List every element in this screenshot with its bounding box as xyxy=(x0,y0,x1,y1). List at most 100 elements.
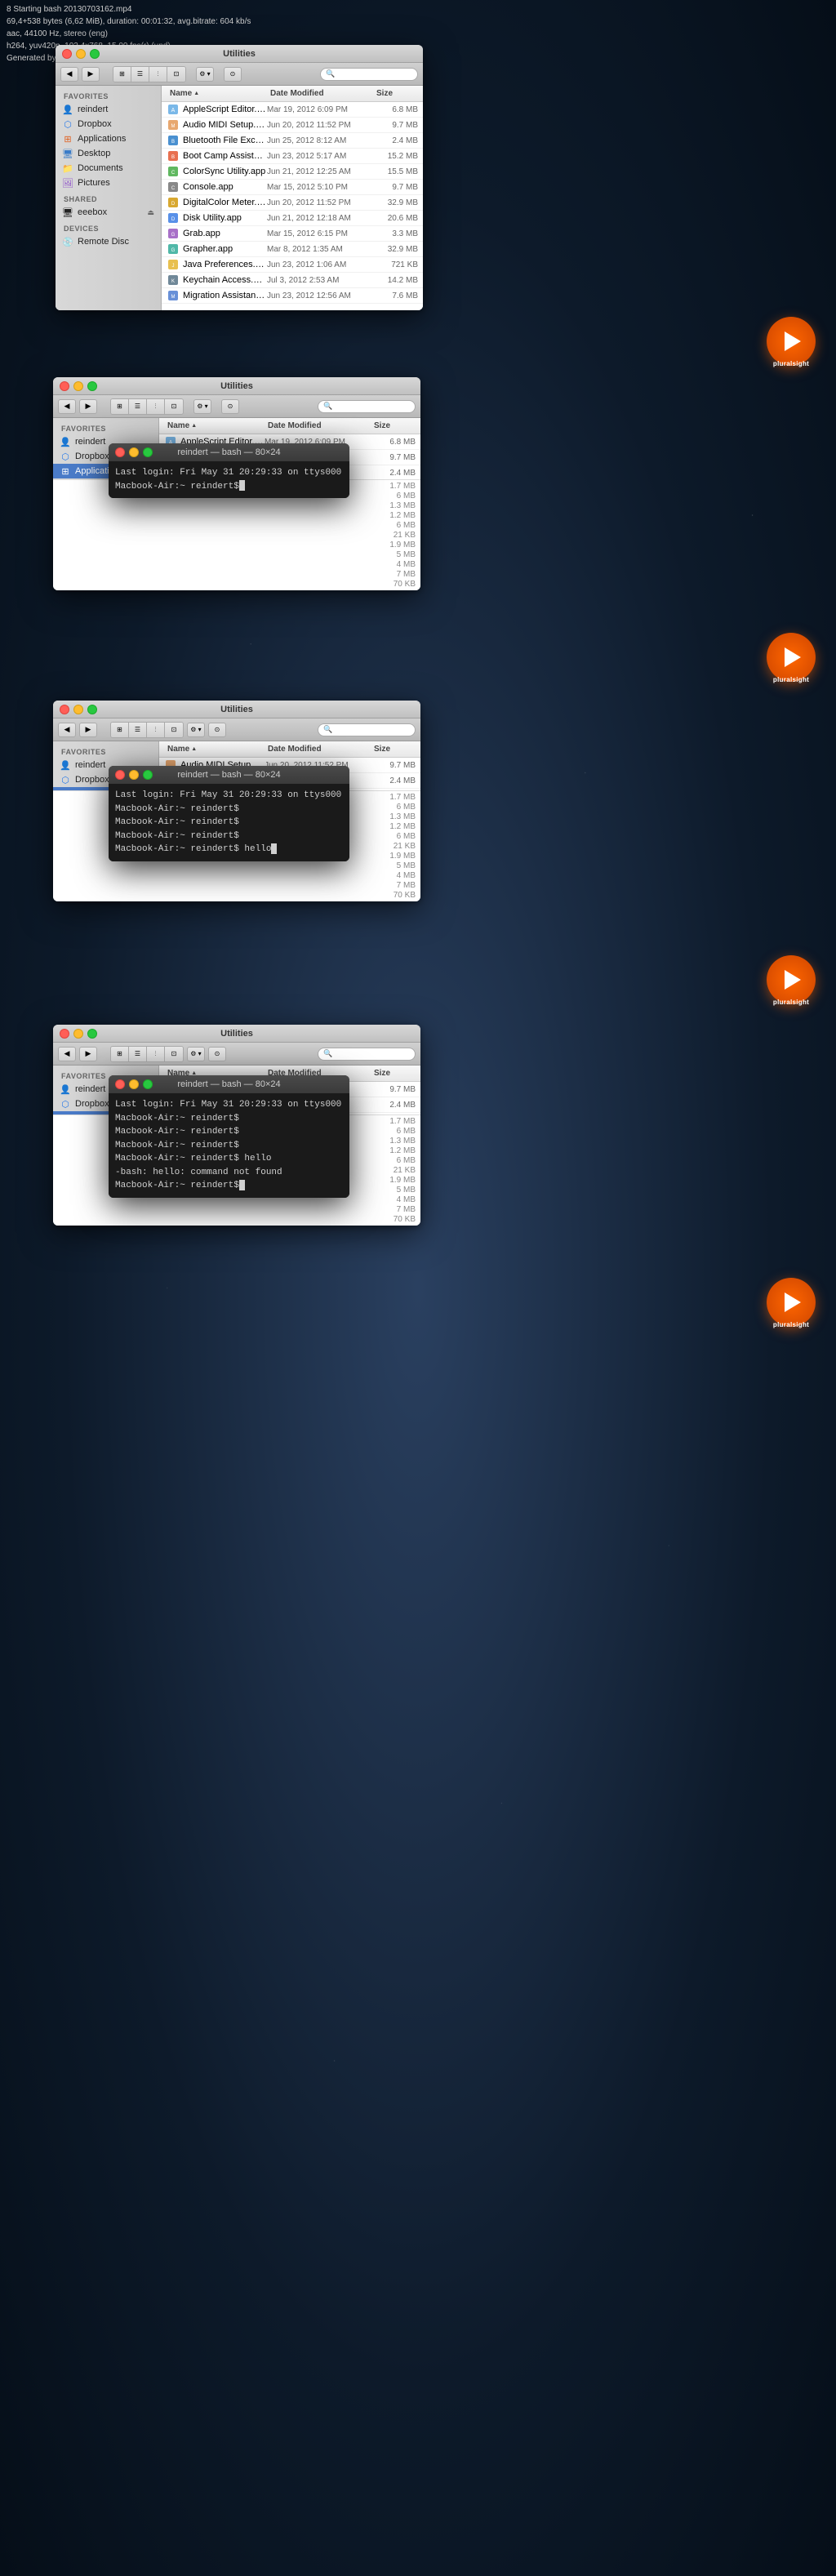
list-view-btn-2[interactable]: ☰ xyxy=(129,399,147,414)
forward-button-2[interactable]: ▶ xyxy=(79,399,97,414)
minimize-button-1[interactable] xyxy=(76,49,86,59)
action-btn-2[interactable]: ⚙ ▾ xyxy=(193,399,211,414)
sidebar-item-dropbox[interactable]: ⬡ Dropbox xyxy=(56,117,161,131)
sidebar-item-eeebox[interactable]: 🖥 eeebox ⏏ xyxy=(56,205,161,220)
play-button-3[interactable]: pluralsight xyxy=(767,955,816,1004)
t3-max[interactable] xyxy=(143,1079,153,1089)
file-row[interactable]: G Grab.app Mar 15, 2012 6:15 PM 3.3 MB xyxy=(162,226,423,242)
col-v-3[interactable]: ⫶ xyxy=(147,723,165,737)
act-3[interactable]: ⚙ ▾ xyxy=(187,723,205,737)
icon-v-3[interactable]: ⊞ xyxy=(111,723,129,737)
cs-4[interactable]: Size xyxy=(371,1067,416,1079)
col-size[interactable]: Size xyxy=(373,87,418,100)
view-buttons: ⊞ ☰ ⫶ ⊡ xyxy=(113,66,186,82)
t1-max[interactable] xyxy=(143,447,153,457)
t2-max[interactable] xyxy=(143,770,153,780)
terminal-window-2: reindert — bash — 80×24 Last login: Fri … xyxy=(109,766,349,861)
file-row[interactable]: G Grapher.app Mar 8, 2012 1:35 AM 32.9 M… xyxy=(162,242,423,257)
eject-icon[interactable]: ⏏ xyxy=(147,208,154,217)
sidebar-item-reindert[interactable]: 👤 reindert xyxy=(56,102,161,117)
close-button-3[interactable] xyxy=(60,705,69,714)
t2-close[interactable] xyxy=(115,770,125,780)
col-date[interactable]: Date Modified xyxy=(267,87,373,100)
file-row[interactable]: J Java Preferences.app Jun 23, 2012 1:06… xyxy=(162,257,423,273)
maximize-button-3[interactable] xyxy=(87,705,97,714)
list-v-4[interactable]: ☰ xyxy=(129,1047,147,1061)
act-4[interactable]: ⚙ ▾ xyxy=(187,1047,205,1061)
back-btn-3[interactable]: ◀ xyxy=(58,723,76,737)
file-row[interactable]: B Boot Camp Assistant.app Jun 23, 2012 5… xyxy=(162,149,423,164)
sidebar-item-remote-disc[interactable]: 💿 Remote Disc xyxy=(56,234,161,249)
fwd-btn-3[interactable]: ▶ xyxy=(79,723,97,737)
fwd-btn-4[interactable]: ▶ xyxy=(79,1047,97,1061)
play-button-4[interactable]: pluralsight xyxy=(767,1278,816,1327)
file-row[interactable]: K Keychain Access.app Jul 3, 2012 2:53 A… xyxy=(162,273,423,288)
window-title-2: Utilities xyxy=(220,381,253,391)
forward-button[interactable]: ▶ xyxy=(82,67,100,82)
col-size-2[interactable]: Size xyxy=(371,420,416,432)
path-btn[interactable]: ⊙ xyxy=(224,67,242,82)
column-view-btn-2[interactable]: ⫶ xyxy=(147,399,165,414)
term-body-3[interactable]: Last login: Fri May 31 20:29:33 on ttys0… xyxy=(109,1093,349,1198)
minimize-button-2[interactable] xyxy=(73,381,83,391)
search-3[interactable]: 🔍 xyxy=(318,723,416,736)
t1-min[interactable] xyxy=(129,447,139,457)
file-row[interactable]: M Audio MIDI Setup.app Jun 20, 2012 11:5… xyxy=(162,118,423,133)
minimize-button-4[interactable] xyxy=(73,1029,83,1039)
icon-v-4[interactable]: ⊞ xyxy=(111,1047,129,1061)
back-button[interactable]: ◀ xyxy=(60,67,78,82)
close-button-2[interactable] xyxy=(60,381,69,391)
cf-v-4[interactable]: ⊡ xyxy=(165,1047,183,1061)
t3-close[interactable] xyxy=(115,1079,125,1089)
cs-3[interactable]: Size xyxy=(371,743,416,755)
cd-3[interactable]: Date Modified xyxy=(265,743,371,755)
icon-view-btn[interactable]: ⊞ xyxy=(113,67,131,82)
col-name[interactable]: Name ▲ xyxy=(167,87,267,100)
close-button-4[interactable] xyxy=(60,1029,69,1039)
terminal-body-1[interactable]: Last login: Fri May 31 20:29:33 on ttys0… xyxy=(109,461,349,498)
list-v-3[interactable]: ☰ xyxy=(129,723,147,737)
sidebar-item-desktop[interactable]: 🖥 Desktop xyxy=(56,146,161,161)
file-row[interactable]: M Migration Assistant.app Jun 23, 2012 1… xyxy=(162,288,423,304)
back-button-2[interactable]: ◀ xyxy=(58,399,76,414)
maximize-button-4[interactable] xyxy=(87,1029,97,1039)
column-view-btn[interactable]: ⫶ xyxy=(149,67,167,82)
search-4[interactable]: 🔍 xyxy=(318,1048,416,1061)
path-3[interactable]: ⊙ xyxy=(208,723,226,737)
path-4[interactable]: ⊙ xyxy=(208,1047,226,1061)
coverflow-btn-2[interactable]: ⊡ xyxy=(165,399,183,414)
coverflow-btn[interactable]: ⊡ xyxy=(167,67,185,82)
file-row[interactable]: D DigitalColor Meter.app Jun 20, 2012 11… xyxy=(162,195,423,211)
close-button-1[interactable] xyxy=(62,49,72,59)
t3-min[interactable] xyxy=(129,1079,139,1089)
back-btn-4[interactable]: ◀ xyxy=(58,1047,76,1061)
play-button-2[interactable]: pluralsight xyxy=(767,633,816,682)
maximize-button-2[interactable] xyxy=(87,381,97,391)
col-v-4[interactable]: ⫶ xyxy=(147,1047,165,1061)
list-view-btn[interactable]: ☰ xyxy=(131,67,149,82)
sidebar-item-applications[interactable]: ⊞ Applications xyxy=(56,131,161,146)
file-row[interactable]: D Disk Utility.app Jun 21, 2012 12:18 AM… xyxy=(162,211,423,226)
path-btn-2[interactable]: ⊙ xyxy=(221,399,239,414)
file-row[interactable]: B Bluetooth File Exchange.app Jun 25, 20… xyxy=(162,133,423,149)
t2-min[interactable] xyxy=(129,770,139,780)
col-date-2[interactable]: Date Modified xyxy=(265,420,371,432)
play-button-1[interactable]: pluralsight xyxy=(767,317,816,366)
sidebar-item-documents[interactable]: 📁 Documents xyxy=(56,161,161,176)
file-row[interactable]: C Console.app Mar 15, 2012 5:10 PM 9.7 M… xyxy=(162,180,423,195)
file-row[interactable]: C ColorSync Utility.app Jun 21, 2012 12:… xyxy=(162,164,423,180)
sidebar-item-pictures[interactable]: 🖼 Pictures xyxy=(56,176,161,190)
minimize-button-3[interactable] xyxy=(73,705,83,714)
col-name-2[interactable]: Name ▲ xyxy=(164,420,265,432)
file-row[interactable]: N Network Utility.app Jun 21, 2012 12:02… xyxy=(162,304,423,305)
search-box-1[interactable]: 🔍 xyxy=(320,68,418,81)
maximize-button-1[interactable] xyxy=(90,49,100,59)
t1-close[interactable] xyxy=(115,447,125,457)
search-box-2[interactable]: 🔍 xyxy=(318,400,416,413)
action-btn[interactable]: ⚙ ▾ xyxy=(196,67,214,82)
term-body-2[interactable]: Last login: Fri May 31 20:29:33 on ttys0… xyxy=(109,784,349,861)
file-row[interactable]: A AppleScript Editor.app Mar 19, 2012 6:… xyxy=(162,102,423,118)
icon-view-btn-2[interactable]: ⊞ xyxy=(111,399,129,414)
cf-v-3[interactable]: ⊡ xyxy=(165,723,183,737)
cn-3[interactable]: Name ▲ xyxy=(164,743,265,755)
